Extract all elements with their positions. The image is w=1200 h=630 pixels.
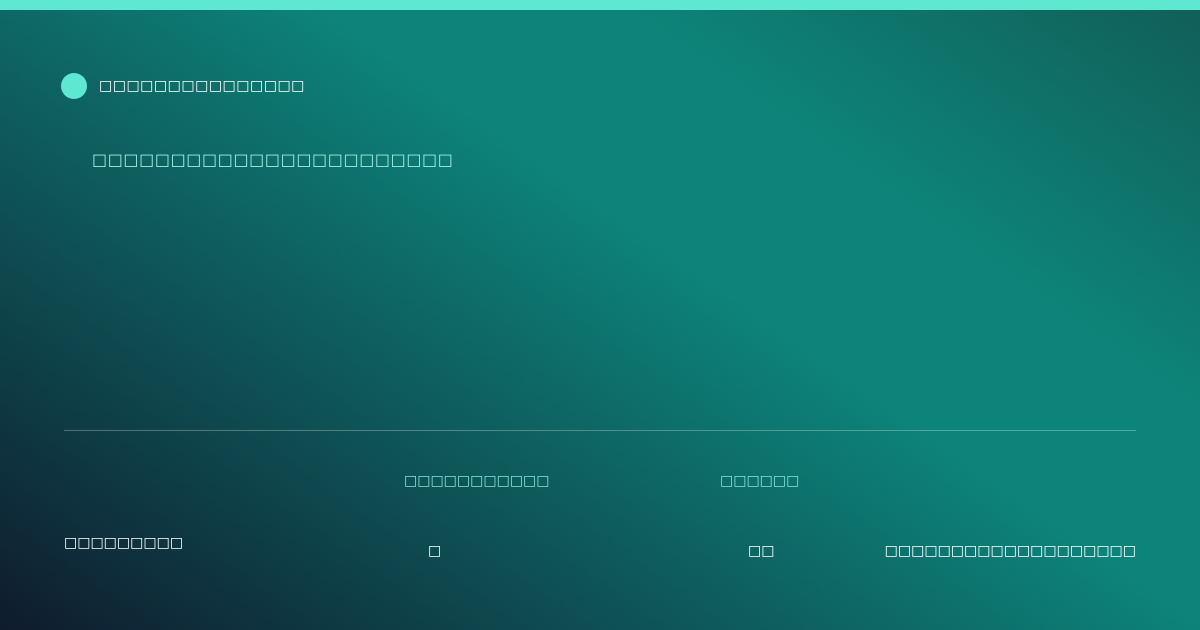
footer-left-text: □□□□□□□□□ (64, 535, 184, 551)
stat-value-1: □ (428, 543, 442, 559)
circle-logo-icon (61, 73, 87, 99)
stat-label-2: □□□□□□ (720, 473, 800, 489)
footer-right-text: □□□□□□□□□□□□□□□□□□□ (884, 543, 1136, 559)
footer-divider (64, 430, 1136, 431)
stat-label-1: □□□□□□□□□□□ (404, 473, 550, 489)
brand: □□□□□□□□□□□□□□□ (61, 73, 305, 99)
top-accent-bar (0, 0, 1200, 10)
brand-name: □□□□□□□□□□□□□□□ (99, 78, 305, 94)
hero-headline: □□□□□□□□□□□□□□□□□□□□□□□ (92, 150, 454, 169)
stat-value-2: □□ (748, 543, 775, 559)
